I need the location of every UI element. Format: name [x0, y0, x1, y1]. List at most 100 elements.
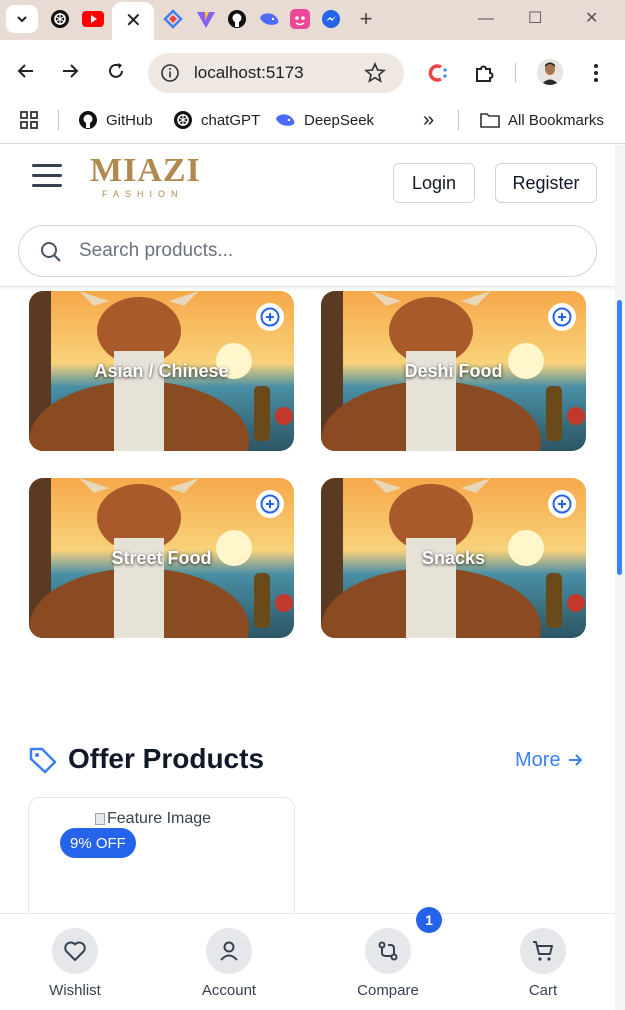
messenger-tab[interactable]	[320, 8, 342, 30]
pink-app-icon	[290, 9, 310, 29]
github-icon	[79, 111, 97, 129]
browser-menu-button[interactable]	[584, 60, 608, 86]
extension-c-button[interactable]	[426, 60, 450, 86]
search-box[interactable]	[18, 225, 597, 277]
bookmark-star-icon[interactable]	[364, 62, 386, 84]
wishlist-icon-button[interactable]	[52, 928, 98, 974]
broken-image-icon	[95, 813, 105, 825]
add-category-button[interactable]	[548, 303, 576, 331]
youtube-icon	[82, 11, 104, 27]
whale-icon	[260, 13, 279, 25]
deepseek-tab[interactable]	[258, 8, 280, 30]
compare-count-badge: 1	[416, 907, 442, 933]
new-tab-button[interactable]: +	[355, 6, 377, 31]
category-card-street-food[interactable]: Street Food	[29, 478, 294, 638]
forward-button[interactable]	[58, 58, 82, 84]
browser-tab-strip: ✕ + — ☐ ✕	[0, 0, 625, 42]
site-header: MIAZI FASHION Login Register	[0, 145, 615, 219]
devtools-tab[interactable]	[162, 8, 184, 30]
scrollbar-thumb[interactable]	[617, 300, 622, 575]
diamond-icon	[163, 9, 183, 29]
account-label: Account	[201, 982, 257, 999]
compare-icon-button[interactable]	[365, 928, 411, 974]
category-card-snacks[interactable]: Snacks	[321, 478, 586, 638]
chatgpt-tab[interactable]	[49, 8, 71, 30]
whale-icon	[276, 114, 295, 126]
kebab-menu-icon	[594, 64, 598, 82]
account-icon-button[interactable]	[206, 928, 252, 974]
search-icon	[41, 242, 61, 262]
minimize-icon[interactable]: —	[478, 8, 494, 30]
extension-c-icon	[428, 64, 447, 82]
heart-icon	[64, 941, 86, 961]
account-nav-item[interactable]: Account	[179, 928, 279, 1000]
register-button[interactable]: Register	[495, 163, 597, 203]
add-category-button[interactable]	[256, 490, 284, 518]
add-category-button[interactable]	[548, 490, 576, 518]
bookmark-divider	[58, 110, 59, 130]
back-button[interactable]	[14, 58, 38, 84]
category-label: Asian / Chinese	[94, 360, 229, 381]
bookmark-github[interactable]: GitHub	[78, 110, 153, 130]
offer-products-title: Offer Products	[68, 743, 265, 774]
category-card-deshi-food[interactable]: Deshi Food	[321, 291, 586, 451]
user-icon	[220, 941, 238, 961]
cart-nav-item[interactable]: Cart	[493, 928, 593, 1000]
cart-icon-button[interactable]	[520, 928, 566, 974]
apps-button[interactable]	[20, 110, 38, 130]
compare-icon	[378, 941, 398, 961]
bookmark-label: chatGPT	[201, 111, 261, 129]
extensions-button[interactable]	[472, 60, 496, 86]
plus-circle-icon	[552, 494, 572, 514]
category-label: Street Food	[111, 547, 212, 568]
arrow-right-icon	[63, 64, 79, 78]
maximize-icon[interactable]: ☐	[528, 8, 542, 30]
logo-wordmark: MIAZI	[90, 152, 201, 189]
bookmarks-overflow-button[interactable]: »	[423, 109, 434, 131]
tab-search-button[interactable]	[6, 5, 38, 33]
page-viewport: Asian / Chinese Deshi Food Street Food S…	[0, 145, 615, 1010]
plus-circle-icon	[260, 307, 280, 327]
category-label: Deshi Food	[404, 360, 503, 381]
login-button[interactable]: Login	[393, 163, 475, 203]
avatar-icon	[537, 59, 563, 85]
window-close-icon[interactable]: ✕	[585, 8, 598, 30]
product-image: Feature Image	[95, 810, 211, 828]
product-image-alt: Feature Image	[107, 810, 212, 827]
app-tab[interactable]	[289, 8, 311, 30]
bookmark-label: DeepSeek	[304, 111, 375, 129]
reload-button[interactable]	[104, 58, 128, 84]
plus-circle-icon	[260, 494, 280, 514]
active-tab[interactable]: ✕	[112, 2, 154, 42]
compare-nav-item[interactable]: Compare	[338, 928, 438, 1000]
apps-grid-icon	[20, 111, 38, 129]
wishlist-nav-item[interactable]: Wishlist	[25, 928, 125, 1000]
youtube-tab[interactable]	[82, 8, 104, 30]
more-offers-link[interactable]: More	[515, 748, 583, 772]
github-tab[interactable]	[226, 8, 248, 30]
more-label: More	[515, 749, 561, 771]
menu-button[interactable]	[32, 164, 64, 188]
discount-badge: 9% OFF	[60, 828, 136, 858]
add-category-button[interactable]	[256, 303, 284, 331]
wishlist-label: Wishlist	[49, 982, 101, 999]
url-text[interactable]: localhost:5173	[194, 62, 304, 84]
search-input[interactable]	[79, 236, 559, 266]
all-bookmarks-button[interactable]: All Bookmarks	[480, 110, 604, 130]
close-icon[interactable]: ✕	[125, 10, 142, 32]
tag-icon	[29, 747, 57, 774]
cart-icon	[533, 941, 553, 961]
category-label: Snacks	[421, 547, 486, 568]
chevron-down-icon	[17, 16, 27, 23]
vite-tab[interactable]	[195, 8, 217, 30]
bookmark-deepseek[interactable]: DeepSeek	[274, 110, 374, 130]
openai-icon	[51, 10, 69, 28]
bookmark-label: GitHub	[106, 111, 153, 129]
bookmark-chatgpt[interactable]: chatGPT	[173, 110, 260, 130]
site-info-icon[interactable]	[160, 63, 180, 83]
site-logo[interactable]: MIAZI FASHION	[90, 153, 200, 201]
profile-avatar[interactable]	[537, 59, 563, 85]
page-scrollbar[interactable]	[615, 145, 625, 1010]
all-bookmarks-label: All Bookmarks	[508, 111, 604, 129]
category-card-asian-chinese[interactable]: Asian / Chinese	[29, 291, 294, 451]
